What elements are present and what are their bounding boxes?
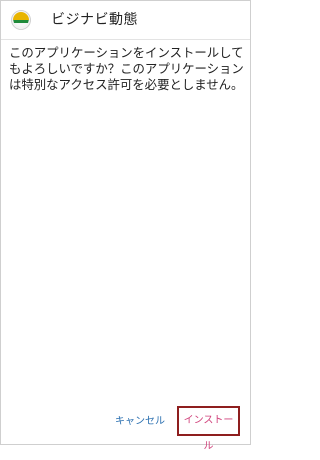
app-title: ビジナビ動態 bbox=[51, 12, 138, 28]
install-button[interactable]: インストール bbox=[177, 406, 240, 452]
install-confirmation-message: このアプリケーションをインストールしてもよろしいですか？このアプリケーションは特… bbox=[9, 45, 244, 92]
android-app-icon bbox=[11, 10, 31, 30]
install-dialog-screen: ビジナビ動態 このアプリケーションをインストールしてもよろしいですか？このアプリ… bbox=[0, 0, 251, 452]
app-header: ビジナビ動態 bbox=[1, 1, 250, 40]
cancel-button[interactable]: キャンセル bbox=[115, 415, 165, 429]
